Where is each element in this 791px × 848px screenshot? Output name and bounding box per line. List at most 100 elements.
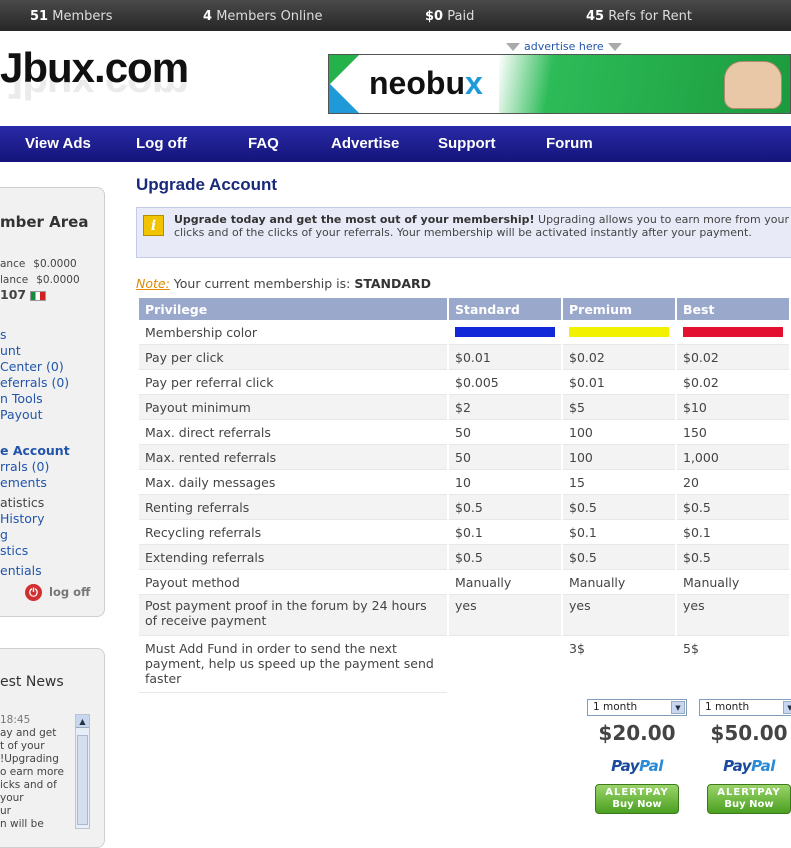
upgrade-info-box: i Upgrade today and get the most out of … xyxy=(136,207,791,258)
cell-premium: yes xyxy=(563,595,675,636)
cell-privilege: Extending referrals xyxy=(139,545,447,570)
table-row: Max. rented referrals 50 100 1,000 xyxy=(139,445,789,470)
table-row: Pay per click $0.01 $0.02 $0.02 xyxy=(139,345,789,370)
cell-best: $0.02 xyxy=(677,370,789,395)
sidebar-link-5[interactable]: Payout xyxy=(0,407,43,422)
alertpay-logo: ALERTPAY xyxy=(605,787,669,798)
balance-1-value: $0.0000 xyxy=(33,258,77,270)
sidebar-link-1[interactable]: unt xyxy=(0,343,21,358)
news-time: 18:45 xyxy=(0,714,31,726)
cell-privilege: Max. direct referrals xyxy=(139,420,447,445)
nav-log-off[interactable]: Log off xyxy=(136,135,187,152)
member-area-title: mber Area xyxy=(0,213,89,231)
paypal-text-1: Pay xyxy=(611,757,640,775)
cell-best: $0.5 xyxy=(677,545,789,570)
best-price: $50.00 xyxy=(710,721,788,745)
nav-forum[interactable]: Forum xyxy=(546,135,593,152)
news-line-6: ur xyxy=(0,805,11,817)
sidebar-statistics-label: atistics xyxy=(0,495,45,510)
news-line-2: !Upgrading xyxy=(0,753,59,765)
members-label: Members xyxy=(52,9,113,24)
best-alertpay-button[interactable]: ALERTPAY Buy Now xyxy=(707,784,791,814)
premium-duration-select[interactable]: 1 month ▼ xyxy=(587,699,687,716)
nav-view-ads[interactable]: View Ads xyxy=(25,135,91,152)
cell-best: $10 xyxy=(677,395,789,420)
sidebar-link-4[interactable]: n Tools xyxy=(0,391,43,406)
sidebar-link-13[interactable]: entials xyxy=(0,563,42,578)
table-row: Payout method Manually Manually Manually xyxy=(139,570,789,595)
best-paypal-button[interactable]: PayPal xyxy=(699,757,791,775)
premium-paypal-button[interactable]: PayPal xyxy=(587,757,687,775)
sidebar-link-11[interactable]: g xyxy=(0,527,8,542)
table-body: Membership color Pay per click $0.01 $0.02… xyxy=(139,320,789,693)
cell-privilege: Pay per referral click xyxy=(139,370,447,395)
table-row: Must Add Fund in order to send the next … xyxy=(139,636,789,693)
banner-blue-corner xyxy=(329,83,359,113)
sidebar-link-8[interactable]: ements xyxy=(0,475,47,490)
cell-privilege: Recycling referrals xyxy=(139,520,447,545)
chevron-down-icon[interactable]: ▼ xyxy=(783,701,791,714)
user-id: 107 xyxy=(0,287,27,302)
best-duration-select[interactable]: 1 month ▼ xyxy=(699,699,791,716)
cell-standard: $0.5 xyxy=(449,545,561,570)
header-standard: Standard xyxy=(449,298,561,320)
news-line-1: t of your xyxy=(0,740,45,752)
advertise-here-label: advertise here xyxy=(524,40,604,53)
header-best: Best xyxy=(677,298,789,320)
news-scrollbar[interactable]: ▲ xyxy=(75,714,90,829)
cell-best: 20 xyxy=(677,470,789,495)
advertise-here-link[interactable]: advertise here xyxy=(502,40,626,53)
scroll-up-icon[interactable]: ▲ xyxy=(76,715,89,728)
color-swatch-blue xyxy=(455,327,555,337)
cell-premium: Manually xyxy=(563,570,675,595)
power-icon[interactable]: ⏻ xyxy=(25,584,42,601)
online-label: Members Online xyxy=(216,9,323,24)
news-line-0: ay and get xyxy=(0,727,57,739)
table-header-row: Privilege Standard Premium Best xyxy=(139,298,789,320)
sidebar-link-upgrade-account[interactable]: e Account xyxy=(0,443,70,458)
news-line-4: icks and of xyxy=(0,779,57,791)
online-stat: 4 Members Online xyxy=(203,9,323,24)
note-text: Your current membership is: xyxy=(169,276,355,291)
nav-advertise[interactable]: Advertise xyxy=(331,135,399,152)
cell-privilege: Payout minimum xyxy=(139,395,447,420)
page-title: Upgrade Account xyxy=(136,175,278,194)
paid-stat: $0 Paid xyxy=(425,9,474,24)
banner-logo-text: neobux xyxy=(369,65,483,102)
privileges-table: Privilege Standard Premium Best Membersh… xyxy=(137,298,791,693)
cell-premium: 15 xyxy=(563,470,675,495)
nav-support[interactable]: Support xyxy=(438,135,496,152)
table-row: Membership color xyxy=(139,320,789,345)
premium-duration-value: 1 month xyxy=(593,701,638,713)
cell-premium: 3$ xyxy=(563,636,675,693)
sidebar-link-3[interactable]: eferrals (0) xyxy=(0,375,69,390)
scroll-thumb[interactable] xyxy=(77,735,88,825)
cell-color-best xyxy=(677,320,789,345)
sidebar-link-12[interactable]: stics xyxy=(0,543,28,558)
members-count: 51 xyxy=(30,9,49,24)
alertpay-logo: ALERTPAY xyxy=(717,787,781,798)
neobux-banner[interactable]: neobux xyxy=(328,54,791,114)
cell-premium: 100 xyxy=(563,420,675,445)
chevron-down-icon[interactable]: ▼ xyxy=(671,701,685,714)
cell-privilege: Max. daily messages xyxy=(139,470,447,495)
online-count: 4 xyxy=(203,9,213,24)
cell-standard: 10 xyxy=(449,470,561,495)
sidebar-link-2[interactable]: Center (0) xyxy=(0,359,64,374)
sidebar-link-7[interactable]: rrals (0) xyxy=(0,459,49,474)
nav-faq[interactable]: FAQ xyxy=(248,135,279,152)
cell-privilege: Must Add Fund in order to send the next … xyxy=(139,636,447,693)
cell-best: $0.1 xyxy=(677,520,789,545)
cell-premium: $0.02 xyxy=(563,345,675,370)
premium-price: $20.00 xyxy=(598,721,676,745)
sidebar-link-10[interactable]: History xyxy=(0,511,44,526)
cell-best: yes xyxy=(677,595,789,636)
cell-best: Manually xyxy=(677,570,789,595)
triangle-down-icon xyxy=(607,43,622,51)
cell-best: 5$ xyxy=(677,636,789,693)
table-row: Max. daily messages 10 15 20 xyxy=(139,470,789,495)
sidebar-logoff-link[interactable]: log off xyxy=(49,585,90,599)
premium-alertpay-button[interactable]: ALERTPAY Buy Now xyxy=(595,784,679,814)
sidebar-link-0[interactable]: s xyxy=(0,327,7,342)
cell-premium: $0.1 xyxy=(563,520,675,545)
